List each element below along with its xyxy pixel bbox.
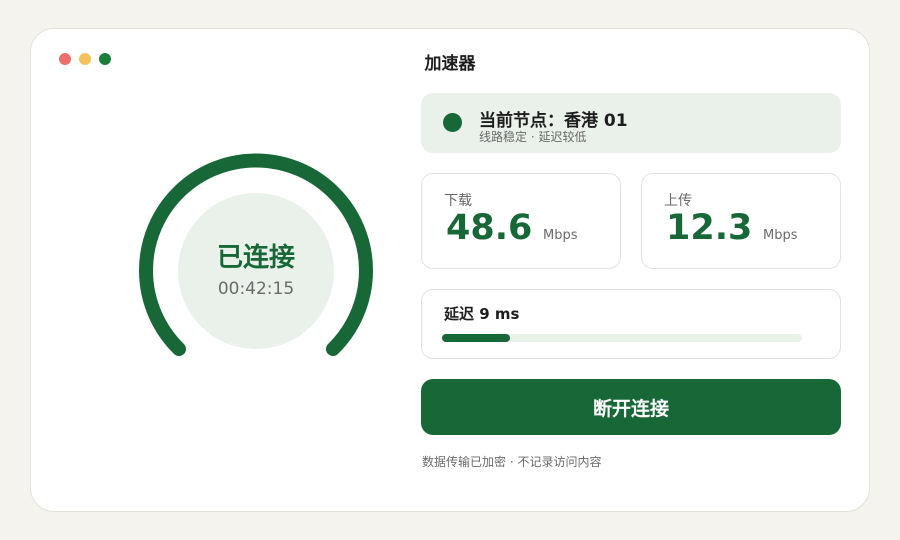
connection-status: 已连接: [216, 243, 295, 273]
upload-card: 上传 12.3 Mbps: [641, 173, 841, 269]
download-unit: Mbps: [543, 228, 578, 243]
disconnect-button[interactable]: 断开连接: [421, 379, 841, 435]
download-label: 下载: [444, 193, 472, 209]
latency-card: 延迟 9 ms: [421, 289, 841, 359]
upload-label: 上传: [664, 193, 692, 209]
app-window: 加速器 已连接 00:42:15 当前节点：香港 01 线路稳定 · 延迟较低 …: [30, 28, 870, 512]
download-card: 下载 48.6 Mbps: [421, 173, 621, 269]
latency-bar-track: [442, 334, 802, 342]
connection-gauge: 已连接 00:42:15: [131, 147, 381, 367]
window-title: 加速器: [424, 54, 476, 74]
node-subtitle: 线路稳定 · 延迟较低: [479, 130, 587, 144]
current-node-card[interactable]: 当前节点：香港 01 线路稳定 · 延迟较低: [421, 93, 841, 153]
node-status-dot: [443, 113, 462, 132]
latency-text: 延迟 9 ms: [444, 305, 520, 323]
upload-unit: Mbps: [763, 228, 798, 243]
latency-bar-fill: [442, 334, 511, 342]
connection-elapsed-time: 00:42:15: [217, 279, 295, 299]
privacy-note: 数据传输已加密 · 不记录访问内容: [422, 455, 602, 469]
upload-value: 12.3: [666, 208, 753, 248]
download-value: 48.6: [446, 208, 533, 248]
